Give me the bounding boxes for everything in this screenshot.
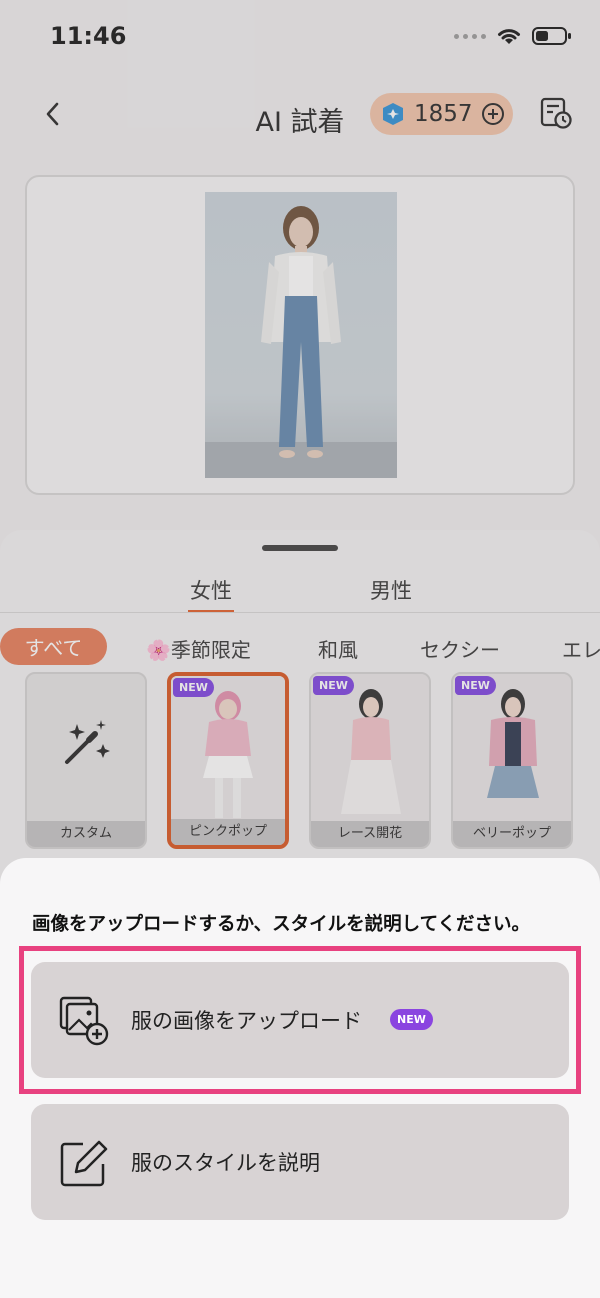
edit-icon (60, 1140, 108, 1187)
highlight-frame (19, 946, 581, 1094)
describe-clothing-style-button[interactable]: 服のスタイルを説明 (31, 1104, 569, 1220)
option-label: 服のスタイルを説明 (131, 1151, 320, 1175)
sheet-prompt: 画像をアップロードするか、スタイルを説明してください。 (32, 914, 531, 935)
upload-options-sheet: 画像をアップロードするか、スタイルを説明してください。 服の画像をアップロード … (0, 858, 600, 1298)
